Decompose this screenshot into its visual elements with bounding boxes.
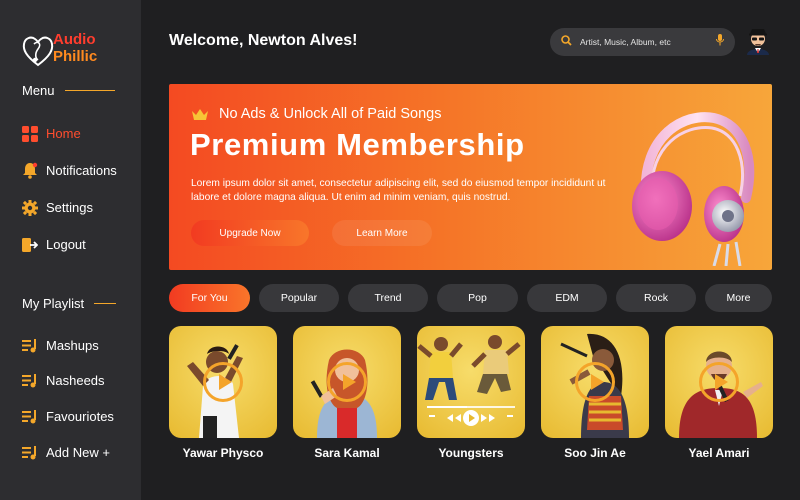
artist-name: Soo Jin Ae	[564, 446, 626, 460]
artist-card[interactable]: Sara Kamal	[293, 326, 401, 460]
playlist-icon	[21, 372, 38, 389]
welcome-heading: Welcome, Newton Alves!	[169, 32, 358, 49]
brand-name-line1: Audio	[53, 31, 96, 48]
tab-for-you[interactable]: For You	[169, 284, 250, 312]
search-input[interactable]: Artist, Music, Album, etc	[580, 37, 716, 47]
artist-photo	[169, 326, 277, 438]
banner-subtitle: No Ads & Unlock All of Paid Songs	[191, 106, 441, 122]
tab-trend[interactable]: Trend	[348, 284, 428, 312]
banner-title: Premium Membership	[190, 127, 525, 162]
sidebar-item-label: Logout	[46, 237, 86, 252]
user-avatar[interactable]	[745, 27, 771, 55]
playlist-icon	[21, 444, 38, 461]
app-window: Audio Phillic Menu Home Notifications Se…	[0, 0, 800, 500]
divider-line	[94, 303, 117, 304]
playlist-item-label: Nasheeds	[46, 373, 105, 388]
artist-name: Yawar Physco	[182, 446, 264, 460]
playlist-title-label: My Playlist	[22, 296, 85, 311]
artist-name: Yael Amari	[688, 446, 750, 460]
tab-rock[interactable]: Rock	[616, 284, 696, 312]
tab-edm[interactable]: EDM	[527, 284, 607, 312]
playlist-item-label: Add New +	[46, 445, 110, 460]
playlist-icon	[21, 408, 38, 425]
divider-line	[64, 90, 115, 91]
play-button[interactable]	[327, 362, 367, 402]
grid-icon	[21, 125, 38, 142]
sidebar-item-notifications[interactable]: Notifications	[21, 162, 117, 179]
artist-photo	[665, 326, 773, 438]
crown-icon	[192, 108, 208, 120]
playlist-section-title: My Playlist	[22, 296, 117, 311]
sidebar-item-home[interactable]: Home	[21, 125, 81, 142]
playlist-item-label: Mashups	[46, 338, 99, 353]
brand-logo[interactable]: Audio Phillic	[22, 30, 122, 70]
artist-card[interactable]: Yawar Physco	[169, 326, 277, 460]
playlist-item-nasheeds[interactable]: Nasheeds	[21, 372, 105, 389]
playlist-icon	[21, 337, 38, 354]
logout-icon	[21, 236, 38, 253]
upgrade-now-button[interactable]: Upgrade Now	[191, 220, 309, 246]
play-button[interactable]	[699, 362, 739, 402]
artist-photo	[417, 326, 525, 438]
playlist-item-favourites[interactable]: Favouriotes	[21, 408, 114, 425]
play-button[interactable]	[203, 362, 243, 402]
artist-card[interactable]: Yael Amari	[665, 326, 773, 460]
banner-subtitle-text: No Ads & Unlock All of Paid Songs	[219, 106, 442, 122]
sidebar-item-label: Settings	[46, 200, 93, 215]
brand-name-line2: Phillic	[53, 48, 98, 65]
playlist-item-label: Favouriotes	[46, 409, 114, 424]
learn-more-button[interactable]: Learn More	[332, 220, 432, 246]
heart-note-icon	[22, 36, 54, 67]
tab-pop[interactable]: Pop	[437, 284, 518, 312]
menu-title-label: Menu	[22, 83, 55, 98]
menu-section-title: Menu	[22, 83, 115, 98]
microphone-icon[interactable]	[716, 33, 724, 51]
sidebar-item-settings[interactable]: Settings	[21, 199, 93, 216]
banner-description: Lorem ipsum dolor sit amet, consectetur …	[191, 178, 606, 203]
playlist-item-mashups[interactable]: Mashups	[21, 337, 99, 354]
sidebar-item-label: Notifications	[46, 163, 117, 178]
bell-icon	[21, 162, 38, 179]
search-icon	[561, 33, 572, 51]
artist-photo	[541, 326, 649, 438]
tab-more[interactable]: More	[705, 284, 772, 312]
artist-photo	[293, 326, 401, 438]
gear-icon	[21, 199, 38, 216]
playlist-item-add-new[interactable]: Add New +	[21, 444, 110, 461]
artist-card[interactable]: Youngsters	[417, 326, 525, 460]
artist-name: Sara Kamal	[314, 446, 380, 460]
premium-banner: No Ads & Unlock All of Paid Songs Premiu…	[169, 84, 772, 270]
artist-name: Youngsters	[438, 446, 504, 460]
artist-card[interactable]: Soo Jin Ae	[541, 326, 649, 460]
sidebar-item-label: Home	[46, 126, 81, 141]
headphones-illustration	[632, 112, 755, 266]
category-tabs: For You Popular Trend Pop EDM Rock More	[169, 284, 772, 312]
search-bar[interactable]: Artist, Music, Album, etc	[550, 28, 735, 56]
sidebar: Audio Phillic Menu Home Notifications Se…	[0, 0, 141, 500]
sidebar-item-logout[interactable]: Logout	[21, 236, 86, 253]
tab-popular[interactable]: Popular	[259, 284, 339, 312]
play-button[interactable]	[575, 362, 615, 402]
